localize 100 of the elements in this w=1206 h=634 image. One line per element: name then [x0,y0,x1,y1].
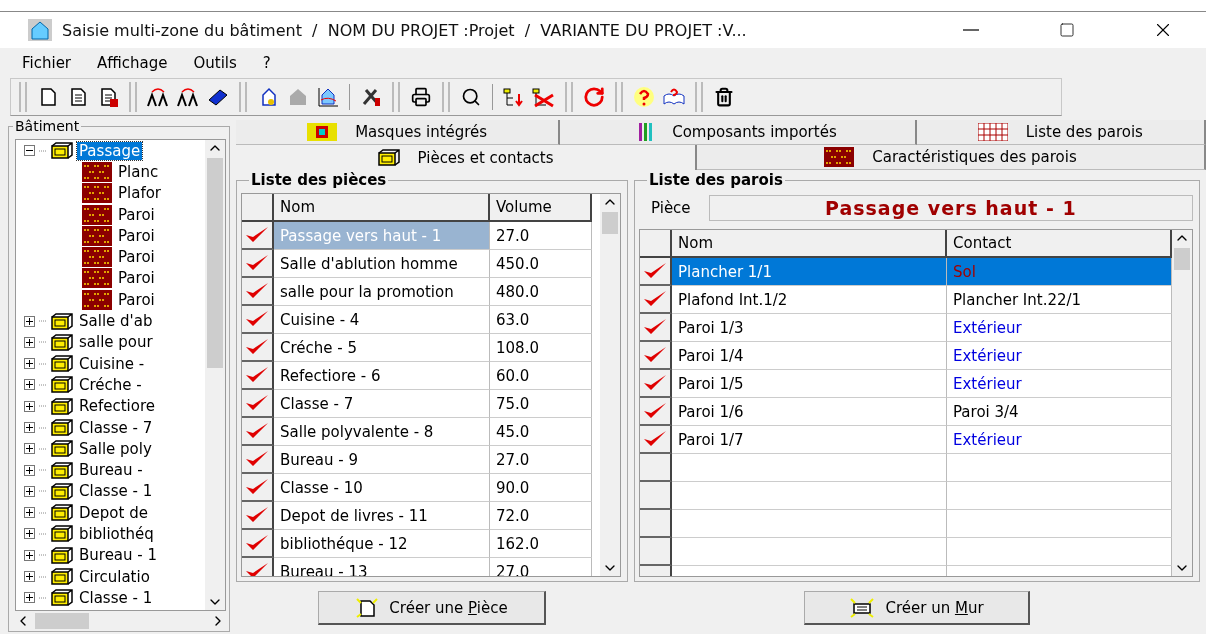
expand-icon[interactable] [24,549,35,561]
row-header[interactable] [242,530,274,558]
table-cell[interactable]: Créche - 5 [274,334,490,362]
column-header[interactable]: Volume [490,194,592,222]
tree-item[interactable]: Depot de [77,503,150,522]
checkmark-icon[interactable] [244,421,270,441]
tree-item[interactable]: Classe - 7 [77,418,155,437]
create-wall-button[interactable]: Créer un Mur [804,591,1030,625]
tree-item[interactable]: Créche - [77,375,144,394]
table-cell[interactable]: Paroi 1/7 [672,426,947,454]
expand-icon[interactable] [24,400,35,412]
table-cell[interactable]: Depot de livres - 11 [274,502,490,530]
tree-item[interactable]: bibliothéq [77,525,156,543]
checkmark-icon[interactable] [642,401,668,421]
checkmark-icon[interactable] [642,289,668,309]
toolbar-grip[interactable] [695,82,703,112]
table-cell[interactable]: Paroi 1/5 [672,370,947,398]
table-cell[interactable]: Classe - 7 [274,390,490,418]
expand-icon[interactable] [24,336,35,348]
row-header[interactable] [640,510,672,538]
row-header[interactable] [242,334,274,362]
row-header[interactable] [242,474,274,502]
menu-item[interactable]: Outils [193,54,237,72]
scrollbar[interactable] [1172,230,1192,576]
row-header[interactable] [640,426,672,454]
tree-item[interactable]: Paroi [116,205,157,224]
tree-item[interactable]: Cuisine - [77,354,147,373]
tab[interactable]: Liste des parois [916,120,1206,145]
expand-icon[interactable] [24,379,35,391]
row-header[interactable] [242,502,274,530]
row-header[interactable] [640,286,672,314]
row-header[interactable] [640,370,672,398]
toolbar-grip[interactable] [19,82,27,112]
tree-item[interactable]: Passage [77,141,143,160]
checkmark-icon[interactable] [244,337,270,357]
toolbar-grip[interactable] [239,82,247,112]
checkmark-icon[interactable] [244,225,270,245]
table-cell[interactable]: Salle polyvalente - 8 [274,418,490,446]
column-header[interactable]: Nom [672,230,947,258]
table-cell[interactable]: Cuisine - 4 [274,306,490,334]
expand-icon[interactable] [24,528,35,540]
checkmark-icon[interactable] [244,533,270,553]
scrollbar-thumb[interactable] [35,613,89,629]
table-cell[interactable]: Refectiore - 6 [274,362,490,390]
checkmark-icon[interactable] [244,449,270,469]
tree-item[interactable]: Paroi [116,248,157,267]
scrollbar-thumb[interactable] [1174,248,1190,270]
tree-item[interactable]: Salle d'ab [77,312,155,330]
row-header[interactable] [640,538,672,566]
row-header[interactable] [242,278,274,306]
row-header[interactable] [640,342,672,370]
tree-item[interactable]: Bureau - 1 [77,546,160,565]
tree-item[interactable]: Planc [116,162,161,181]
checkmark-icon[interactable] [244,505,270,525]
toolbar-grip[interactable] [565,82,573,112]
column-header[interactable]: Nom [274,194,490,222]
checkmark-icon[interactable] [642,345,668,365]
toolbar-grip[interactable] [392,82,400,112]
checkmark-icon[interactable] [244,281,270,301]
row-header[interactable] [640,314,672,342]
table-cell[interactable]: salle pour la promotion [274,278,490,306]
expand-icon[interactable] [24,485,35,497]
table-cell[interactable]: Plafond Int.1/2 [672,286,947,314]
row-header[interactable] [242,250,274,278]
table-cell[interactable]: bibliothéque - 12 [274,530,490,558]
tree-item[interactable]: Paroi [116,290,157,309]
tree-item[interactable]: Refectiore [77,397,158,416]
checkmark-icon[interactable] [244,561,270,576]
table-cell[interactable]: Paroi 1/3 [672,314,947,342]
checkmark-icon[interactable] [244,309,270,329]
checkmark-icon[interactable] [642,373,668,393]
menu-item[interactable]: Fichier [22,54,72,72]
table-cell[interactable]: Classe - 10 [274,474,490,502]
tab[interactable]: Masques intégrés [236,120,561,145]
toolbar-grip[interactable] [129,82,137,112]
tree-item[interactable]: Paroi [116,269,157,288]
checkmark-icon[interactable] [244,477,270,497]
checkmark-icon[interactable] [642,261,668,281]
scrollbar-thumb[interactable] [207,158,223,368]
tab[interactable]: Caractéristiques des parois [697,145,1206,170]
tree-item[interactable]: Classe - 1 [77,482,155,501]
expand-icon[interactable] [24,571,35,583]
menu-item[interactable]: ? [262,54,271,72]
row-header[interactable] [242,306,274,334]
checkmark-icon[interactable] [244,365,270,385]
scrollbar[interactable] [600,194,620,576]
checkmark-icon[interactable] [642,429,668,449]
toolbar-grip[interactable] [615,82,623,112]
tree-item[interactable]: Bureau - [77,461,145,480]
row-header[interactable] [640,454,672,482]
expand-icon[interactable] [24,443,35,455]
expand-icon[interactable] [24,464,35,476]
tab[interactable]: Composants importés [560,120,917,145]
row-header[interactable] [640,258,672,286]
menu-item[interactable]: Affichage [97,54,168,72]
create-room-button[interactable]: Créer une Pièce [318,591,546,625]
expand-icon[interactable] [24,422,35,433]
expand-icon[interactable] [24,592,35,604]
row-header[interactable] [242,390,274,418]
expand-icon[interactable] [24,358,35,370]
